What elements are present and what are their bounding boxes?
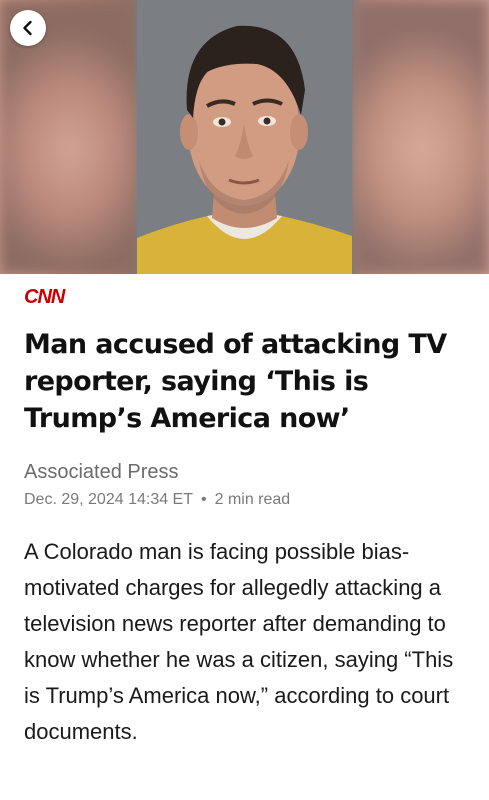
hero-image — [0, 0, 489, 274]
meta-separator: • — [201, 491, 207, 508]
back-button[interactable] — [10, 10, 46, 46]
mugshot-photo — [137, 0, 352, 274]
article-body: A Colorado man is facing possible bias-m… — [24, 539, 454, 744]
hero-blur-right — [352, 0, 489, 274]
article-meta: Dec. 29, 2024 14:34 ET • 2 min read — [24, 491, 290, 509]
article-headline: Man accused of attacking TV reporter, sa… — [24, 329, 447, 434]
read-time: 2 min read — [214, 491, 291, 508]
chevron-left-icon — [23, 20, 32, 36]
publish-date: Dec. 29, 2024 14:34 ET — [24, 491, 193, 508]
article-author[interactable]: Associated Press — [24, 461, 179, 484]
source-logo[interactable]: CNN — [24, 286, 65, 310]
